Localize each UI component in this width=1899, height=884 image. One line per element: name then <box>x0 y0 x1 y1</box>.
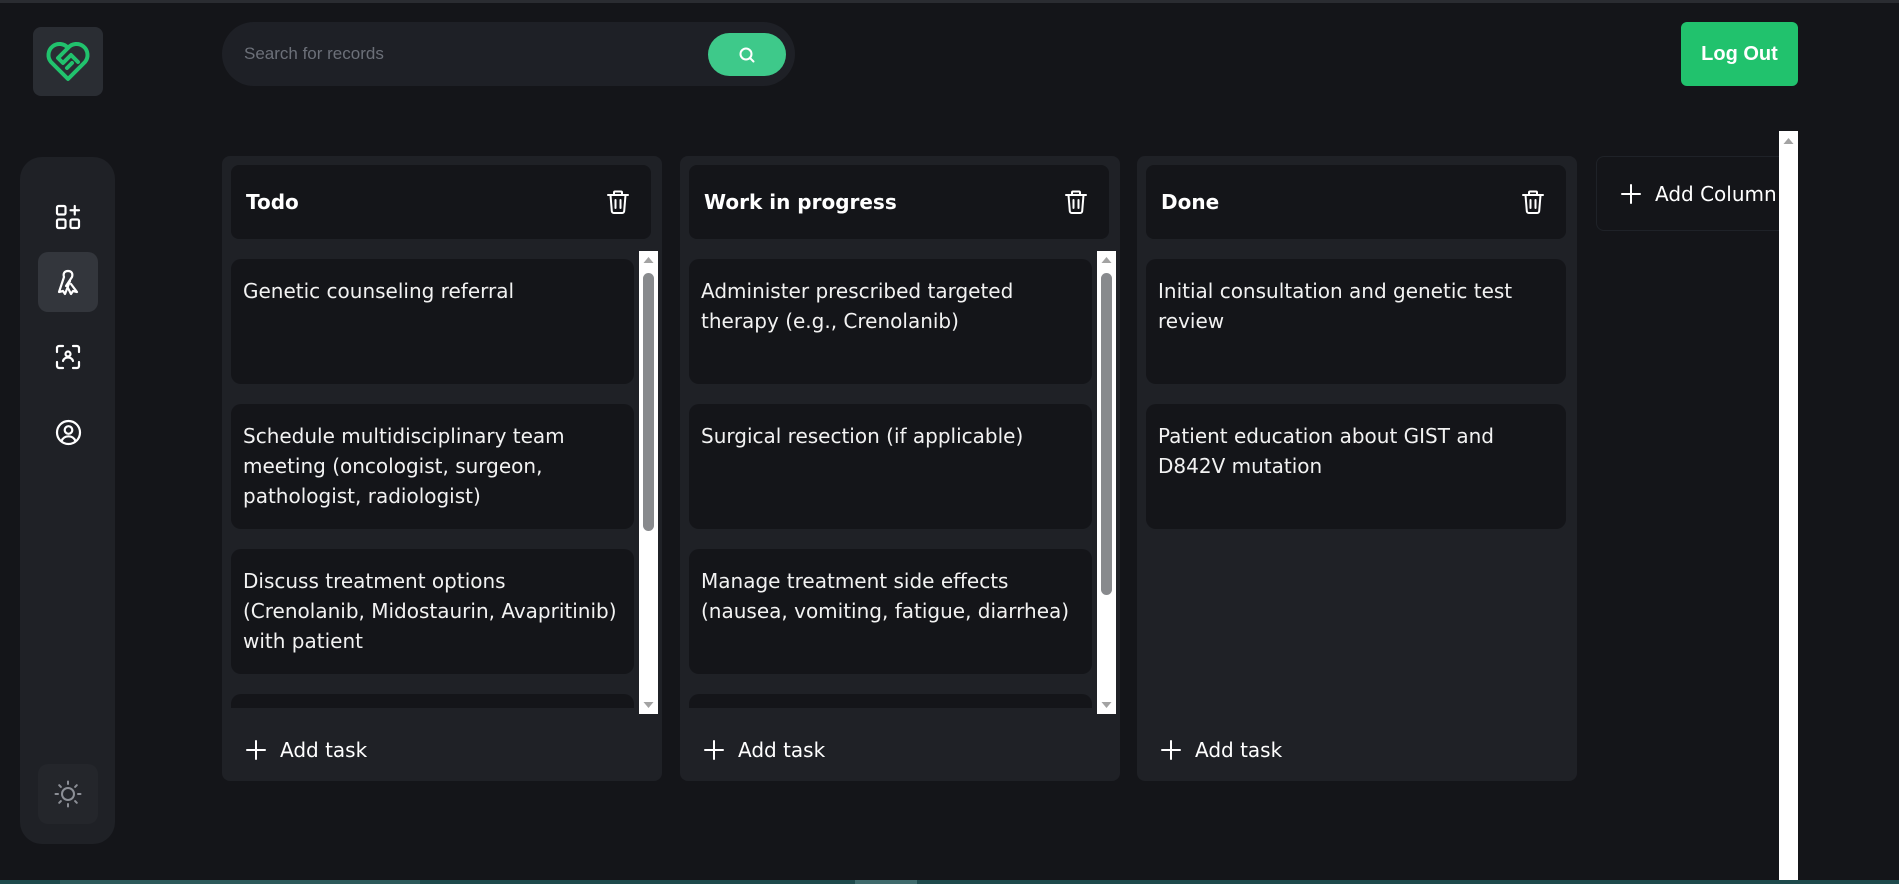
scroll-thumb[interactable] <box>643 273 654 531</box>
column-header[interactable]: Todo <box>231 165 651 239</box>
task-text: Initial consultation and genetic test re… <box>1158 279 1513 333</box>
task-list-scrollbar[interactable] <box>639 251 658 714</box>
scroll-up-arrow-icon <box>1101 257 1112 263</box>
task-card[interactable] <box>689 694 1092 708</box>
task-card[interactable]: Initial consultation and genetic test re… <box>1146 259 1566 384</box>
add-column-container: Add Column <box>1596 156 1779 231</box>
plus-icon <box>246 740 266 760</box>
scroll-down-arrow-icon <box>1101 702 1112 708</box>
add-task-button[interactable]: Add task <box>1161 729 1282 771</box>
add-task-label: Add task <box>280 738 368 762</box>
add-task-button[interactable]: Add task <box>246 729 367 771</box>
heart-handshake-icon <box>46 41 90 81</box>
task-card[interactable] <box>231 694 634 708</box>
task-text: Surgical resection (if applicable) <box>701 424 1024 448</box>
trash-icon[interactable] <box>605 189 631 215</box>
sidebar <box>20 157 115 844</box>
task-card[interactable]: Surgical resection (if applicable) <box>689 404 1092 529</box>
board-scrollbar[interactable] <box>1779 131 1798 884</box>
task-card[interactable]: Discuss treatment options (Crenolanib, M… <box>231 549 634 674</box>
dashboard-add-icon <box>55 204 81 230</box>
task-list[interactable]: Genetic counseling referral Schedule mul… <box>231 259 634 708</box>
task-text: Schedule multidisciplinary team meeting … <box>243 424 565 508</box>
column-title: Work in progress <box>704 190 897 214</box>
taskbar-segment <box>60 880 420 884</box>
search-button[interactable] <box>708 33 786 76</box>
sidebar-item-ribbon[interactable] <box>38 252 98 312</box>
task-text: Genetic counseling referral <box>243 279 515 303</box>
plus-icon <box>1621 183 1641 204</box>
add-column-button[interactable]: Add Column <box>1596 156 1779 231</box>
task-list-scrollbar[interactable] <box>1097 251 1116 714</box>
plus-icon <box>1161 740 1181 760</box>
add-task-label: Add task <box>738 738 826 762</box>
sidebar-item-profile[interactable] <box>38 402 98 462</box>
theme-toggle-button[interactable] <box>38 764 98 824</box>
scroll-down-arrow-icon <box>643 702 654 708</box>
task-card[interactable]: Patient education about GIST and D842V m… <box>1146 404 1566 529</box>
add-column-label: Add Column <box>1655 181 1777 206</box>
add-task-button[interactable]: Add task <box>704 729 825 771</box>
trash-icon[interactable] <box>1520 189 1546 215</box>
search-input[interactable] <box>222 22 702 86</box>
task-card[interactable]: Manage treatment side effects (nausea, v… <box>689 549 1092 674</box>
task-text: Patient education about GIST and D842V m… <box>1158 424 1494 478</box>
sidebar-item-scan[interactable] <box>38 327 98 387</box>
search-bar <box>222 22 795 86</box>
task-text: Manage treatment side effects (nausea, v… <box>701 569 1070 623</box>
column-header[interactable]: Work in progress <box>689 165 1109 239</box>
window-top-edge <box>0 0 1899 3</box>
column-title: Todo <box>246 190 299 214</box>
scroll-thumb[interactable] <box>1101 273 1112 595</box>
task-card[interactable]: Genetic counseling referral <box>231 259 634 384</box>
task-card[interactable]: Schedule multidisciplinary team meeting … <box>231 404 634 529</box>
column-work-in-progress: Work in progress Administer prescribed t… <box>680 156 1120 781</box>
plus-icon <box>704 740 724 760</box>
column-done: Done Initial consultation and genetic te… <box>1137 156 1577 781</box>
task-list[interactable]: Initial consultation and genetic test re… <box>1146 259 1566 708</box>
task-text: Discuss treatment options (Crenolanib, M… <box>243 569 617 653</box>
taskbar-segment <box>855 880 917 884</box>
add-task-label: Add task <box>1195 738 1283 762</box>
column-title: Done <box>1161 190 1220 214</box>
column-todo: Todo Genetic counseling referral Schedul… <box>222 156 662 781</box>
task-list[interactable]: Administer prescribed targeted therapy (… <box>689 259 1092 708</box>
user-circle-icon <box>55 419 81 445</box>
trash-icon[interactable] <box>1063 189 1089 215</box>
task-text: Administer prescribed targeted therapy (… <box>701 279 1014 333</box>
scroll-up-arrow-icon <box>1783 138 1794 144</box>
scan-user-icon <box>55 344 81 370</box>
sidebar-item-dashboard[interactable] <box>38 187 98 247</box>
app-logo[interactable] <box>33 27 103 96</box>
search-icon <box>739 47 755 62</box>
taskbar-strip <box>0 880 1899 884</box>
logout-button[interactable]: Log Out <box>1681 22 1798 86</box>
scroll-up-arrow-icon <box>643 257 654 263</box>
ribbon-icon <box>57 269 79 296</box>
sun-icon <box>54 780 82 808</box>
column-header[interactable]: Done <box>1146 165 1566 239</box>
task-card[interactable]: Administer prescribed targeted therapy (… <box>689 259 1092 384</box>
